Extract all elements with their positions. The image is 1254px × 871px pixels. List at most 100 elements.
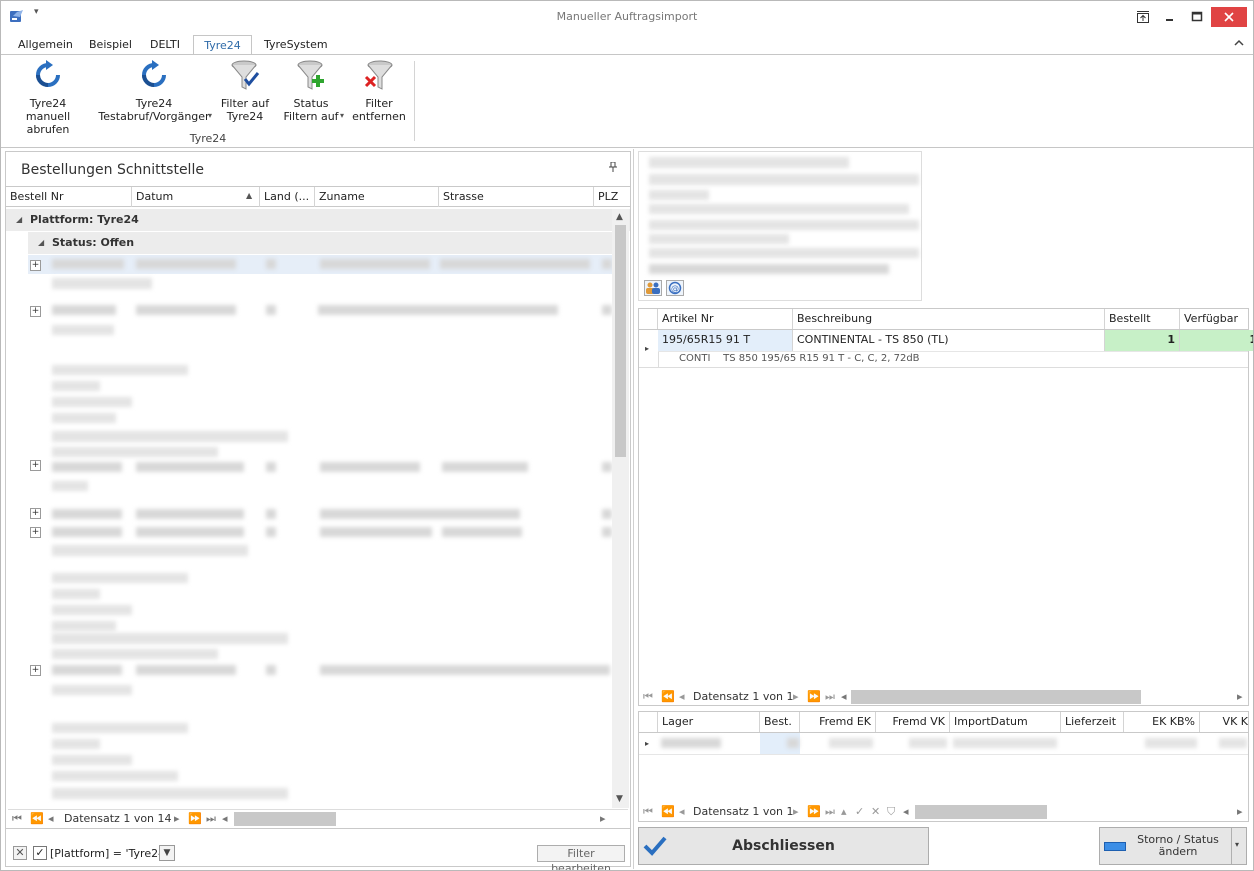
scroll-left-icon[interactable]: ◂: [903, 803, 909, 821]
collapse-group-icon[interactable]: ◢: [16, 209, 22, 231]
scroll-right-icon[interactable]: ▸: [600, 810, 606, 828]
blurred-content: [52, 462, 122, 472]
expand-row-icon[interactable]: +: [30, 260, 41, 271]
filter-icon[interactable]: ⛉: [887, 803, 895, 821]
last-record-icon[interactable]: ⏭: [825, 688, 835, 706]
column-land[interactable]: Land (...: [260, 187, 315, 207]
next-page-icon[interactable]: ⏩: [807, 803, 821, 821]
column-ek-kb[interactable]: EK KB%: [1124, 712, 1200, 732]
prev-page-icon[interactable]: ⏪: [661, 803, 675, 821]
tab-tyresystem[interactable]: TyreSystem: [255, 35, 337, 55]
scroll-right-icon[interactable]: ▸: [1237, 688, 1243, 706]
panel-splitter[interactable]: [633, 149, 634, 869]
complete-button[interactable]: Abschliessen: [638, 827, 929, 865]
save-record-icon[interactable]: ✓: [855, 803, 864, 821]
filter-history-dropdown-icon[interactable]: ▼: [159, 845, 175, 861]
table-row[interactable]: ▸ 195/65R15 91 T CONTINENTAL - TS 850 (T…: [639, 330, 1253, 368]
status-filter-button[interactable]: Status Filtern auf: [277, 59, 345, 123]
expand-row-icon[interactable]: +: [30, 508, 41, 519]
tyre24-manual-fetch-button[interactable]: Tyre24 manuell abrufen: [7, 59, 89, 136]
column-importdatum[interactable]: ImportDatum: [950, 712, 1061, 732]
horizontal-scroll-thumb[interactable]: [234, 812, 336, 826]
column-best[interactable]: Best.: [760, 712, 800, 732]
tab-beispiel[interactable]: Beispiel: [80, 35, 141, 55]
clear-filter-icon[interactable]: ✕: [13, 846, 27, 860]
cell-bestellt[interactable]: 1: [1105, 330, 1180, 351]
prev-record-icon[interactable]: ◂: [48, 810, 54, 828]
remove-filter-button[interactable]: Filter entfernen: [349, 59, 409, 123]
cancel-edit-icon[interactable]: ✕: [871, 803, 880, 821]
status-filter-dropdown-icon[interactable]: ▾: [340, 111, 344, 120]
scroll-left-icon[interactable]: ◂: [841, 688, 847, 706]
column-strasse[interactable]: Strasse: [439, 187, 594, 207]
orders-vertical-scrollbar[interactable]: ▲ ▼: [612, 209, 629, 808]
horizontal-scroll-thumb[interactable]: [915, 805, 1047, 819]
horizontal-scroll-thumb[interactable]: [851, 690, 1141, 704]
next-record-icon[interactable]: ▸: [793, 688, 799, 706]
scroll-thumb[interactable]: [615, 225, 626, 457]
last-record-icon[interactable]: ⏭: [825, 803, 835, 821]
collapse-ribbon-icon[interactable]: [1233, 37, 1245, 51]
column-plz[interactable]: PLZ: [594, 187, 630, 207]
column-datum[interactable]: Datum: [132, 187, 260, 207]
expand-row-icon[interactable]: +: [30, 665, 41, 676]
scroll-up-icon[interactable]: ▲: [616, 212, 623, 222]
table-row[interactable]: ▸: [639, 733, 1248, 755]
storno-dropdown-icon[interactable]: ▾: [1235, 840, 1239, 849]
expand-row-icon[interactable]: +: [30, 527, 41, 538]
close-icon[interactable]: [1211, 7, 1247, 27]
cell-verfuegbar[interactable]: 1: [1180, 330, 1253, 351]
tab-tyre24[interactable]: Tyre24: [193, 35, 252, 55]
column-zuname[interactable]: Zuname: [315, 187, 439, 207]
cell-artikel-nr[interactable]: 195/65R15 91 T: [658, 330, 793, 351]
filter-tyre24-button[interactable]: Filter auf Tyre24: [217, 59, 273, 123]
group-row-status[interactable]: ◢ Status: Offen: [28, 232, 612, 254]
prev-record-icon[interactable]: ◂: [679, 803, 685, 821]
row-indicator-icon: ▸: [645, 344, 650, 353]
append-record-icon[interactable]: ▴: [841, 803, 847, 821]
first-record-icon[interactable]: ⏮: [643, 688, 653, 706]
tab-allgemein[interactable]: Allgemein: [9, 35, 82, 55]
tab-delti[interactable]: DELTI: [141, 35, 189, 55]
last-record-icon[interactable]: ⏭: [206, 810, 216, 828]
test-fetch-dropdown-icon[interactable]: ▾: [208, 111, 212, 120]
cell-beschreibung[interactable]: CONTINENTAL - TS 850 (TL): [793, 330, 1105, 351]
column-verfuegbar[interactable]: Verfügbar: [1180, 309, 1248, 329]
tyre24-test-fetch-button[interactable]: Tyre24 Testabruf/Vorgänger: [95, 59, 213, 123]
orders-rows: + + + + + +: [28, 255, 612, 808]
column-vk-k[interactable]: VK K: [1200, 712, 1248, 732]
column-fremd-ek[interactable]: Fremd EK: [800, 712, 876, 732]
scroll-down-icon[interactable]: ▼: [616, 794, 623, 804]
column-artikel-nr[interactable]: Artikel Nr: [658, 309, 793, 329]
group-row-platform[interactable]: ◢ Plattform: Tyre24: [6, 209, 630, 231]
storno-status-button[interactable]: Storno / Status ändern ▾: [1099, 827, 1247, 865]
column-beschreibung[interactable]: Beschreibung: [793, 309, 1105, 329]
prev-page-icon[interactable]: ⏪: [661, 688, 675, 706]
scroll-left-icon[interactable]: ◂: [222, 810, 228, 828]
email-icon[interactable]: @: [666, 280, 684, 296]
prev-page-icon[interactable]: ⏪: [30, 810, 44, 828]
next-record-icon[interactable]: ▸: [793, 803, 799, 821]
maximize-icon[interactable]: [1179, 5, 1215, 29]
collapse-group-icon[interactable]: ◢: [38, 232, 44, 254]
filter-enabled-checkbox[interactable]: ✓: [33, 846, 47, 860]
edit-filter-button[interactable]: Filter bearbeiten: [537, 845, 625, 870]
next-page-icon[interactable]: ⏩: [807, 688, 821, 706]
next-page-icon[interactable]: ⏩: [188, 810, 202, 828]
expand-row-icon[interactable]: +: [30, 460, 41, 471]
column-bestellt[interactable]: Bestellt: [1105, 309, 1180, 329]
column-lager[interactable]: Lager: [658, 712, 760, 732]
first-record-icon[interactable]: ⏮: [12, 810, 22, 828]
first-record-icon[interactable]: ⏮: [643, 803, 653, 821]
blurred-content: [909, 738, 947, 748]
funnel-remove-icon: [363, 59, 395, 91]
next-record-icon[interactable]: ▸: [174, 810, 180, 828]
contacts-icon[interactable]: [644, 280, 662, 296]
scroll-right-icon[interactable]: ▸: [1237, 803, 1243, 821]
prev-record-icon[interactable]: ◂: [679, 688, 685, 706]
expand-row-icon[interactable]: +: [30, 306, 41, 317]
column-lieferzeit[interactable]: Lieferzeit: [1061, 712, 1124, 732]
column-bestell-nr[interactable]: Bestell Nr: [6, 187, 132, 207]
pin-icon[interactable]: [609, 161, 617, 175]
column-fremd-vk[interactable]: Fremd VK: [876, 712, 950, 732]
